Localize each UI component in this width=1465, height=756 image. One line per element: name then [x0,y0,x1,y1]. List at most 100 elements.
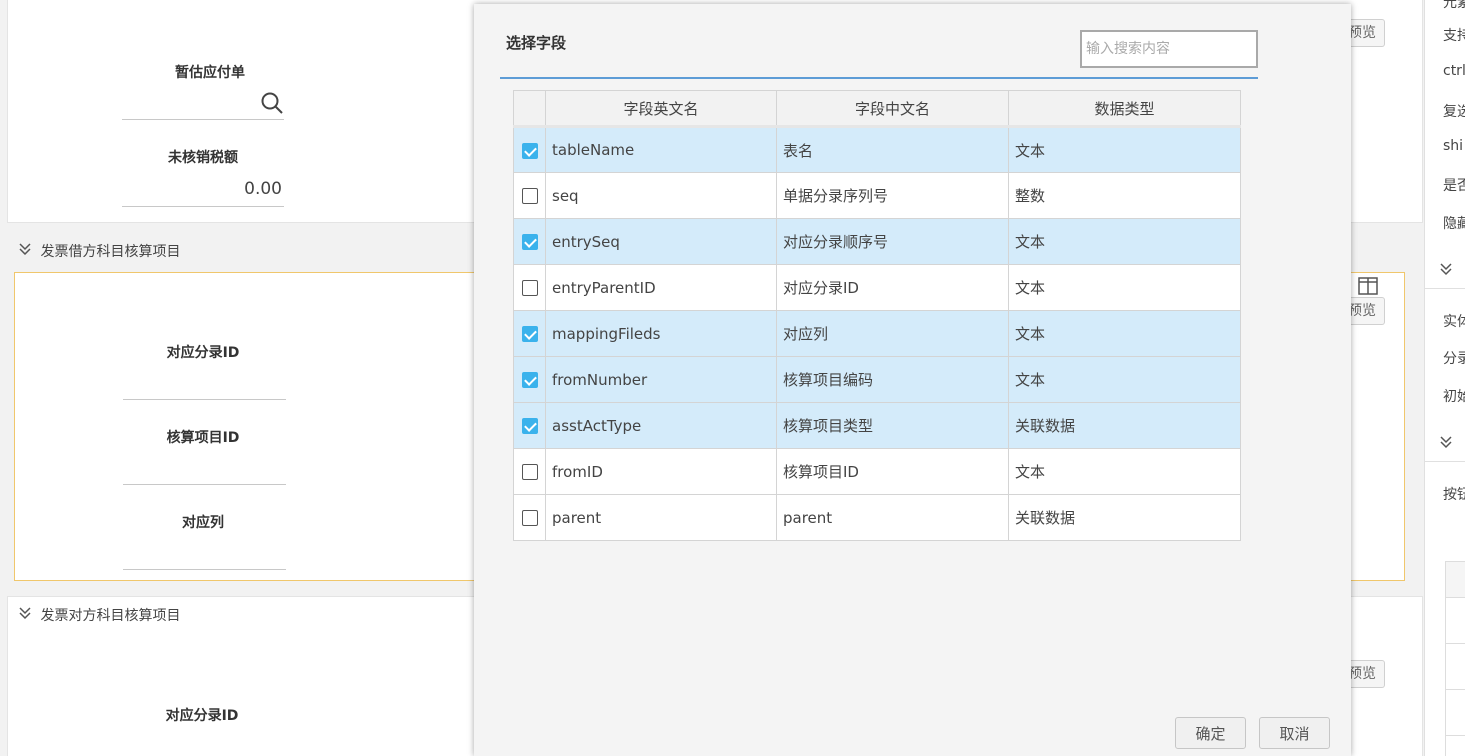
field-underline[interactable] [123,484,286,485]
checkbox-cell[interactable] [513,494,546,541]
property-item: 实体 [1443,314,1465,330]
cell-en-name: seq [545,172,777,219]
table-row[interactable]: tableName 表名 文本 [513,126,1241,173]
property-panel: 元素 支持 ctrl 复选 shi 是否 隐藏 实体 分录 初始 按钮 [1424,0,1465,756]
confirm-button[interactable]: 确定 [1175,717,1246,749]
field-underline[interactable] [123,569,286,570]
property-item: 元素 [1443,0,1465,11]
checkbox-cell[interactable] [513,126,546,173]
property-item: 隐藏 [1443,216,1465,232]
cell-data-type: 文本 [1008,126,1241,173]
cell-cn-name: 表名 [776,126,1009,173]
checkbox[interactable] [521,142,538,159]
property-item: 按钮 [1443,487,1465,503]
columns-icon[interactable] [1358,277,1378,295]
checkbox[interactable] [521,188,538,204]
checkbox[interactable] [521,326,538,342]
field-label-entry-id: 对应分录ID [166,345,240,361]
field-label-estimated-payable: 暂估应付单 [175,65,245,81]
checkbox[interactable] [521,280,538,296]
column-header-cn-name[interactable]: 字段中文名 [776,90,1009,128]
select-field-dialog: 选择字段 字段英文名 字段中文名 数据类型 tableName 表名 文本 se… [474,4,1351,756]
cell-data-type: 文本 [1008,310,1241,357]
cancel-button[interactable]: 取消 [1259,717,1330,749]
cell-cn-name: 对应列 [776,310,1009,357]
checkbox[interactable] [521,418,538,434]
property-item: 复选 [1443,104,1465,120]
table-row[interactable]: asstActType 核算项目类型 关联数据 [513,402,1241,449]
cell-cn-name: 核算项目编码 [776,356,1009,403]
field-label-mapping-col: 对应列 [182,515,224,531]
chevron-double-down-icon[interactable] [1439,262,1453,280]
cell-cn-name: 单据分录序列号 [776,172,1009,219]
cell-en-name: parent [545,494,777,541]
property-item: 支持 [1443,28,1465,44]
cell-en-name: tableName [545,126,777,173]
cell-data-type: 整数 [1008,172,1241,219]
field-value-unverified-tax[interactable]: 0.00 [122,179,282,199]
table-row[interactable]: entrySeq 对应分录顺序号 文本 [513,218,1241,265]
checkbox-cell[interactable] [513,356,546,403]
header-checkbox-cell [513,90,546,128]
chevron-double-down-icon [18,606,36,624]
cell-data-type: 关联数据 [1008,494,1241,541]
cell-en-name: entrySeq [545,218,777,265]
checkbox[interactable] [521,234,538,250]
divider [1425,461,1465,462]
cell-data-type: 文本 [1008,356,1241,403]
cell-cn-name: 核算项目ID [776,448,1009,495]
checkbox-cell[interactable] [513,218,546,265]
mini-table [1445,561,1465,756]
checkbox-cell[interactable] [513,448,546,495]
field-table: 字段英文名 字段中文名 数据类型 tableName 表名 文本 seq 单据分… [513,90,1241,541]
column-header-en-name[interactable]: 字段英文名 [545,90,777,128]
cell-data-type: 文本 [1008,264,1241,311]
property-item: shi [1443,138,1464,154]
chevron-double-down-icon [18,242,36,260]
chevron-double-down-icon[interactable] [1439,435,1453,453]
checkbox-cell[interactable] [513,402,546,449]
cell-data-type: 关联数据 [1008,402,1241,449]
field-label-entry-id: 对应分录ID [165,708,239,724]
title-divider [500,77,1258,79]
field-underline [122,206,284,207]
column-header-data-type[interactable]: 数据类型 [1008,90,1241,128]
search-input[interactable] [1080,30,1258,68]
cell-cn-name: 对应分录顺序号 [776,218,1009,265]
field-label-item-id: 核算项目ID [166,430,240,446]
cell-en-name: entryParentID [545,264,777,311]
field-underline[interactable] [122,119,284,120]
cell-en-name: asstActType [545,402,777,449]
table-row[interactable]: fromNumber 核算项目编码 文本 [513,356,1241,403]
cell-en-name: mappingFileds [545,310,777,357]
divider [1425,288,1465,289]
table-header-row: 字段英文名 字段中文名 数据类型 [513,90,1241,128]
property-item: 初始 [1443,389,1465,405]
section-header-credit[interactable]: 发票对方科目核算项目 [18,605,180,625]
table-row[interactable]: mappingFileds 对应列 文本 [513,310,1241,357]
search-icon[interactable] [260,91,284,115]
checkbox-cell[interactable] [513,264,546,311]
table-row[interactable]: fromID 核算项目ID 文本 [513,448,1241,495]
cell-cn-name: parent [776,494,1009,541]
checkbox[interactable] [521,464,538,480]
cell-en-name: fromID [545,448,777,495]
checkbox[interactable] [521,372,538,388]
cell-cn-name: 对应分录ID [776,264,1009,311]
property-item: 是否 [1443,178,1465,194]
cell-data-type: 文本 [1008,448,1241,495]
cell-en-name: fromNumber [545,356,777,403]
checkbox-cell[interactable] [513,310,546,357]
property-item: 分录 [1443,351,1465,367]
property-item: ctrl [1443,63,1465,79]
section-header-debit[interactable]: 发票借方科目核算项目 [18,241,180,261]
section-title-debit: 发票借方科目核算项目 [40,244,181,260]
checkbox-cell[interactable] [513,172,546,219]
cell-cn-name: 核算项目类型 [776,402,1009,449]
table-row[interactable]: seq 单据分录序列号 整数 [513,172,1241,219]
table-row[interactable]: parent parent 关联数据 [513,494,1241,541]
checkbox[interactable] [521,510,538,526]
field-underline[interactable] [123,399,286,400]
table-row[interactable]: entryParentID 对应分录ID 文本 [513,264,1241,311]
section-title-credit: 发票对方科目核算项目 [40,608,181,624]
